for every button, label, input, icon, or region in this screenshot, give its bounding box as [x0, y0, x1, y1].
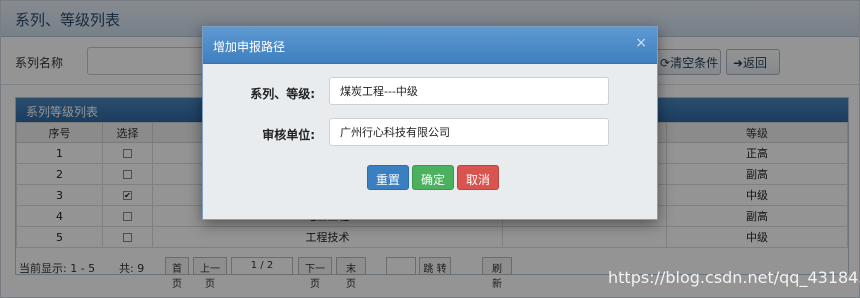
watermark: https://blog.csdn.net/qq_43184550 — [608, 268, 860, 287]
series-level-field[interactable] — [329, 77, 609, 105]
dialog-title: 增加申报路径 — [213, 40, 286, 54]
close-icon[interactable]: × — [635, 35, 647, 51]
dialog-body: 系列、等级: 审核单位: 重置 确定 取消 — [203, 64, 657, 219]
confirm-button[interactable]: 确定 — [412, 165, 454, 190]
review-unit-field[interactable] — [329, 118, 609, 146]
reset-button[interactable]: 重置 — [367, 165, 409, 190]
review-unit-label: 审核单位: — [262, 128, 315, 142]
dialog-header: 增加申报路径 × — [203, 27, 657, 64]
cancel-button[interactable]: 取消 — [457, 165, 499, 190]
add-path-dialog: 增加申报路径 × 系列、等级: 审核单位: 重置 确定 取消 — [202, 26, 658, 220]
series-level-label: 系列、等级: — [250, 87, 315, 101]
